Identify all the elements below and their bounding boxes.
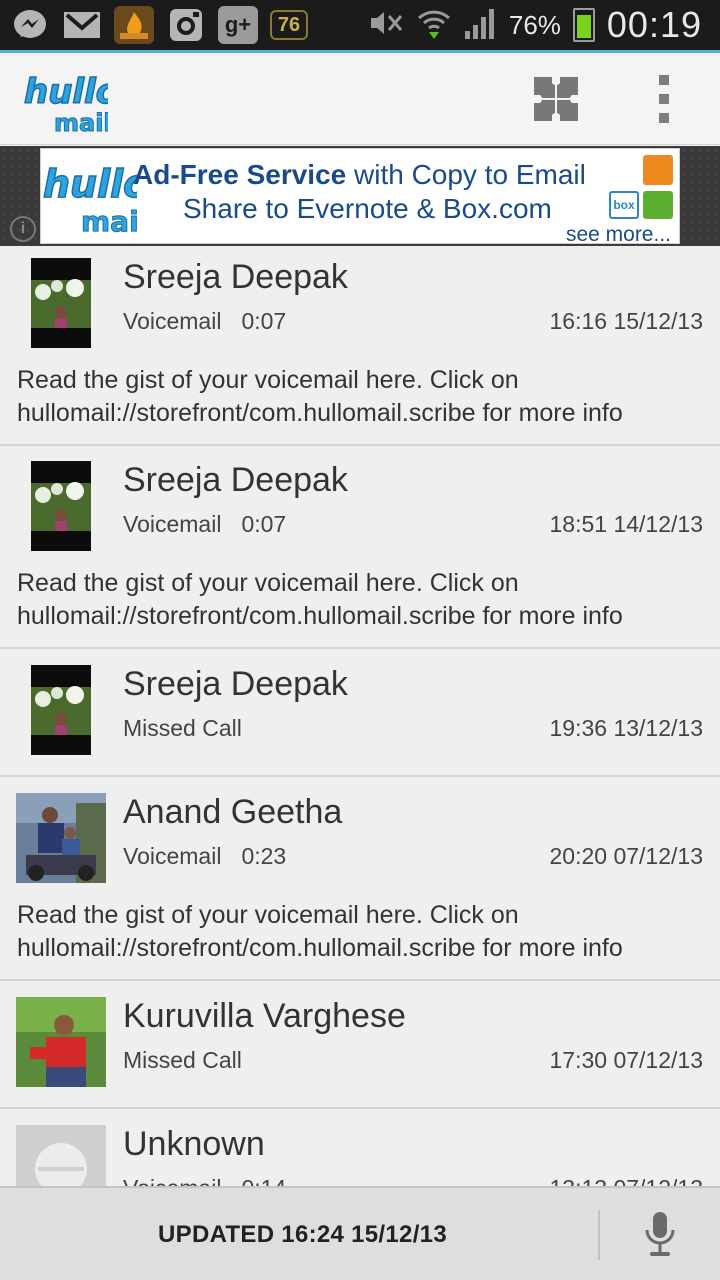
email-icon <box>643 155 673 185</box>
app-bar: hullo mail <box>0 53 720 145</box>
timestamp: 19:36 13/12/13 <box>549 715 703 741</box>
voicemail-transcript: Read the gist of your voicemail here. Cl… <box>17 901 623 962</box>
ad-line-1: Ad-Free Service with Copy to Email <box>133 159 586 190</box>
list-item[interactable]: Sreeja Deepak Voicemail 0:07 18:51 14/12/… <box>0 446 720 649</box>
call-type: Voicemail 0:23 <box>123 843 287 869</box>
ad-line-2: Share to Evernote & Box.com <box>183 193 552 224</box>
mute-icon <box>367 8 405 43</box>
contact-name: Sreeja Deepak <box>123 258 348 296</box>
status-bar: g+ 76 76% 00:19 <box>0 0 720 50</box>
notification-icons: g+ 76 <box>10 6 308 44</box>
battery-icon <box>572 8 595 42</box>
timestamp: 16:16 15/12/13 <box>549 308 703 334</box>
call-type: Voicemail 0:07 <box>123 511 287 537</box>
bottom-bar: UPDATED 16:24 15/12/13 <box>0 1186 720 1280</box>
ad-card[interactable]: hullo mail Ad-Free Service with Copy to … <box>40 148 680 247</box>
avatar <box>16 997 106 1087</box>
battery-percent: 76% <box>508 9 561 40</box>
svg-text:hullo: hullo <box>24 72 108 112</box>
clock: 00:19 <box>606 4 702 45</box>
call-type: Voicemail0:14 <box>123 1175 286 1186</box>
svg-text:hullo: hullo <box>43 162 137 206</box>
microphone-icon[interactable] <box>644 1210 676 1258</box>
contact-name: Sreeja Deepak <box>123 665 348 703</box>
svg-text:mail: mail <box>54 109 108 135</box>
overflow-menu-icon[interactable] <box>652 75 676 123</box>
ad-banner: hullo mail Ad-Free Service with Copy to … <box>0 146 720 246</box>
google-plus-icon: g+ <box>218 6 258 44</box>
timestamp: 20:20 07/12/13 <box>549 843 703 869</box>
avatar <box>31 461 91 551</box>
voicemail-list: Sreeja Deepak Voicemail 0:07 16:16 15/12/… <box>0 246 720 1186</box>
list-item[interactable]: Kuruvilla Varghese Missed Call 17:30 07/… <box>0 981 720 1109</box>
contact-name: Kuruvilla Varghese <box>123 997 406 1035</box>
gmail-icon <box>62 6 102 44</box>
timestamp: 13:13 07/12/13 <box>550 1175 703 1186</box>
call-type: Voicemail 0:07 <box>123 308 287 334</box>
last-updated-label[interactable]: UPDATED 16:24 15/12/13 <box>158 1221 447 1249</box>
bottom-bar-divider <box>598 1210 600 1260</box>
see-more-link[interactable]: see more... <box>566 223 671 247</box>
list-item[interactable]: Anand Geetha Voicemail 0:23 20:20 07/12/1… <box>0 777 720 981</box>
svg-text:mail: mail <box>81 205 137 238</box>
avatar <box>16 793 106 883</box>
call-type: Missed Call <box>123 1047 242 1073</box>
timestamp: 17:30 07/12/13 <box>549 1047 703 1073</box>
list-item[interactable]: Sreeja Deepak Missed Call 19:36 13/12/13 <box>0 649 720 777</box>
instagram-icon <box>166 6 206 44</box>
voicemail-transcript: Read the gist of your voicemail here. Cl… <box>17 366 623 427</box>
list-item[interactable]: Unknown Voicemail0:14 13:13 07/12/13 <box>0 1109 720 1186</box>
avatar <box>31 665 91 755</box>
contact-name: Sreeja Deepak <box>123 461 348 499</box>
messenger-icon <box>10 6 50 44</box>
call-type: Missed Call <box>123 715 242 741</box>
voicemail-transcript: Read the gist of your voicemail here. Cl… <box>17 569 623 630</box>
flame-app-icon <box>114 6 154 44</box>
badge-76-icon: 76 <box>270 10 308 40</box>
list-item[interactable]: Sreeja Deepak Voicemail 0:07 16:16 15/12/… <box>0 246 720 446</box>
timestamp: 18:51 14/12/13 <box>549 511 703 537</box>
puzzle-icon[interactable] <box>530 73 582 125</box>
ad-info-icon[interactable]: i <box>10 216 36 242</box>
contact-name: Anand Geetha <box>123 793 343 831</box>
system-icons: 76% 00:19 <box>367 0 702 50</box>
avatar <box>16 1125 106 1186</box>
contact-name: Unknown <box>123 1125 265 1163</box>
wifi-icon <box>417 6 451 45</box>
box-icon: box <box>609 191 639 219</box>
ad-hullomail-logo: hullo mail <box>42 153 150 239</box>
evernote-icon <box>643 191 673 219</box>
hullomail-logo[interactable]: hullo mail <box>22 65 120 137</box>
avatar <box>31 258 91 348</box>
signal-icon <box>463 7 497 44</box>
